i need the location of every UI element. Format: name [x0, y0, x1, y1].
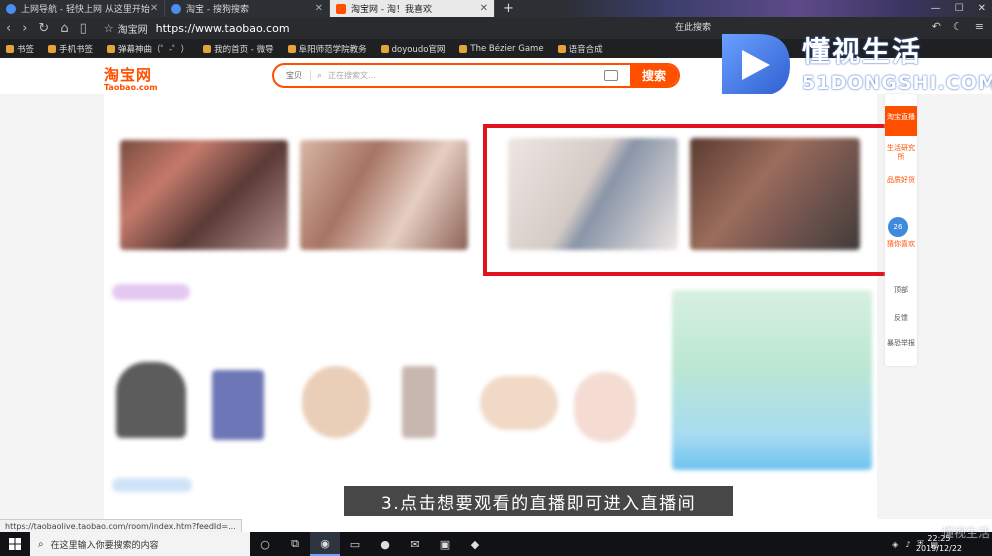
refresh-icon[interactable]: ↻ [38, 21, 49, 36]
bookmark-item[interactable]: 我的首页 - 微导 [203, 43, 274, 55]
bookmark-item[interactable]: 弹幕神曲（゜-゜） [107, 43, 189, 55]
search-icon: ⌕ [38, 538, 44, 550]
url-field[interactable]: https://www.taobao.com [156, 22, 290, 35]
product-image[interactable] [480, 376, 558, 430]
close-icon[interactable]: ✕ [150, 3, 158, 14]
network-icon[interactable]: ◈ [892, 540, 898, 549]
watermark-corner: 懂视生活 [941, 526, 990, 540]
home-icon[interactable]: ⌂ [60, 21, 68, 36]
tab-sogou-search[interactable]: 淘宝 - 搜狗搜索 ✕ [165, 0, 330, 17]
watermark-logo: 懂视生活 51DONGSHI.COM [718, 28, 992, 100]
reader-icon[interactable]: ▯ [80, 21, 87, 36]
globe-icon [6, 3, 16, 14]
taobao-logo[interactable]: 淘宝网 Taobao.com [104, 64, 158, 92]
play-logo-icon [722, 34, 790, 96]
watermark-domain: 51DONGSHI.COM [802, 72, 992, 94]
globe-icon [287, 44, 296, 53]
premiere-icon[interactable]: ▣ [430, 532, 460, 556]
forward-icon[interactable]: › [22, 21, 27, 36]
pen-icon [380, 44, 389, 53]
search-category-dropdown[interactable]: 宝贝 [274, 70, 311, 81]
minimize-icon[interactable]: — [931, 0, 941, 17]
tab-taobao[interactable]: 淘宝网 - 淘！我喜欢 ✕ [330, 0, 495, 17]
tab-label: 上网导航 - 轻快上网 从这里开始 [21, 5, 150, 15]
bookmark-item[interactable]: doyoudo官网 [380, 43, 445, 55]
sidebar-item[interactable]: 猜你喜欢 [885, 240, 917, 249]
live-thumbnail[interactable] [300, 140, 468, 250]
search-button[interactable]: 搜索 [630, 65, 678, 86]
bookmark-item[interactable]: 书签 [6, 43, 34, 55]
sidebar-item[interactable]: 暴恐举报 [885, 339, 917, 348]
tab-label: 淘宝网 - 淘！我喜欢 [351, 5, 432, 15]
site-name: 淘宝网 [117, 24, 148, 36]
notification-badge[interactable]: 26 [888, 217, 908, 237]
product-image[interactable] [116, 362, 186, 438]
task-view-icon[interactable]: ⧉ [280, 532, 310, 556]
bookmark-star-icon[interactable]: ☆ [104, 22, 114, 35]
logo-en: Taobao.com [104, 83, 158, 92]
left-gutter [0, 94, 104, 519]
close-window-icon[interactable]: ✕ [978, 0, 986, 17]
taskbar-search-input: 在这里输入你要搜索的内容 [50, 540, 159, 551]
window-controls: — ☐ ✕ [931, 0, 986, 17]
logo-cn: 淘宝网 [104, 66, 153, 84]
tab-label: 淘宝 - 搜狗搜索 [186, 5, 249, 15]
highlight-box [483, 124, 891, 276]
address-search-button[interactable]: 在此搜索 [675, 20, 711, 33]
mail-icon[interactable]: ✉ [400, 532, 430, 556]
promo-banner[interactable] [672, 290, 872, 470]
bookmark-item[interactable]: 语音合成 [557, 43, 603, 55]
sogou-icon [171, 3, 181, 14]
search-icon: ⌕ [317, 70, 323, 81]
taobao-search-box: 宝贝 ⌕ 正在搜索文... 搜索 [272, 63, 680, 88]
bookmark-item[interactable]: The Bézier Game [459, 44, 544, 54]
back-icon[interactable]: ‹ [6, 21, 11, 36]
windows-icon [9, 538, 21, 550]
watermark-title: 懂视生活 [802, 35, 923, 68]
sidebar-item[interactable]: 反馈 [885, 314, 917, 323]
ai-icon [557, 44, 566, 53]
search-input[interactable]: 正在搜索文... [328, 70, 604, 81]
sidebar-item[interactable]: 生活研究所 [885, 144, 917, 162]
product-image[interactable] [212, 370, 264, 440]
cortana-icon[interactable]: ○ [250, 532, 280, 556]
file-explorer-icon[interactable]: ▭ [340, 532, 370, 556]
video-subtitle: 3.点击想要观看的直播即可进入直播间 [344, 486, 733, 516]
browser-taskbar-icon[interactable]: ◉ [310, 532, 340, 556]
bilibili-icon [107, 44, 116, 53]
close-icon[interactable]: ✕ [315, 3, 323, 14]
start-button[interactable] [0, 532, 30, 556]
product-image[interactable] [402, 366, 436, 438]
bookmark-item[interactable]: 阜阳师范学院教务 [287, 43, 367, 55]
new-tab-button[interactable]: + [495, 0, 522, 17]
sidebar-live[interactable]: 淘宝直播 [885, 106, 917, 136]
clock-date: 2019/12/22 [915, 544, 962, 553]
sidebar-item-top[interactable]: 顶部 [885, 286, 917, 295]
product-image[interactable] [574, 372, 636, 442]
section-tag [112, 478, 192, 492]
heart-icon [203, 44, 212, 53]
taskbar-search[interactable]: ⌕ 在这里输入你要搜索的内容 [30, 532, 250, 556]
camera-icon[interactable] [604, 70, 618, 81]
live-thumbnail[interactable] [120, 140, 288, 250]
app-icon[interactable]: ● [370, 532, 400, 556]
globe-icon [459, 44, 468, 53]
volume-icon[interactable]: ♪ [905, 540, 910, 549]
taobao-icon [336, 3, 346, 14]
bookmark-item[interactable]: 手机书签 [48, 43, 93, 55]
right-sidebar: 淘宝直播 生活研究所 品质好货 26 猜你喜欢 顶部 反馈 暴恐举报 [885, 94, 917, 366]
skin-banner [560, 0, 992, 17]
app-icon[interactable]: ◆ [460, 532, 490, 556]
star-icon [6, 44, 14, 53]
sidebar-item[interactable]: 品质好货 [885, 176, 917, 185]
product-image[interactable] [302, 366, 370, 438]
windows-taskbar: ⌕ 在这里输入你要搜索的内容 ○ ⧉ ◉ ▭ ● ✉ ▣ ◆ ◈ ♪ ⛨ ▤ 2… [0, 532, 992, 556]
mobile-icon [48, 44, 57, 53]
maximize-icon[interactable]: ☐ [955, 0, 964, 17]
tab-navigation[interactable]: 上网导航 - 轻快上网 从这里开始 ✕ [0, 0, 165, 17]
section-tag [112, 284, 190, 300]
close-icon[interactable]: ✕ [480, 3, 488, 14]
